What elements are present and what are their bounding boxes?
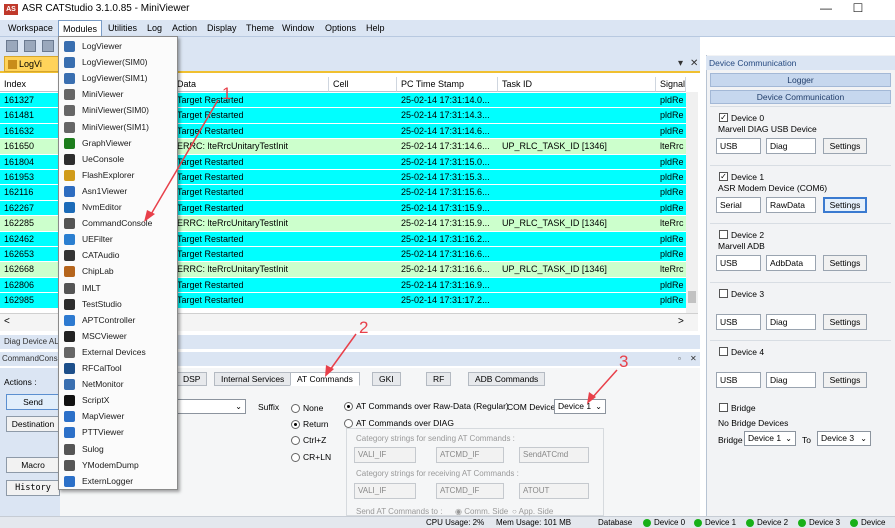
annotation-arrow-2 xyxy=(329,333,357,371)
annotation-1: 1 xyxy=(222,84,232,103)
annotation-2: 2 xyxy=(359,318,369,337)
annotation-overlay xyxy=(144,99,618,404)
annotation-arrowhead-1 xyxy=(144,210,155,222)
annotation-arrowhead-3 xyxy=(587,392,596,404)
annotation-arrow-1 xyxy=(149,99,219,217)
annotation-3: 3 xyxy=(619,352,629,371)
annotation-arrow-3 xyxy=(591,369,618,399)
